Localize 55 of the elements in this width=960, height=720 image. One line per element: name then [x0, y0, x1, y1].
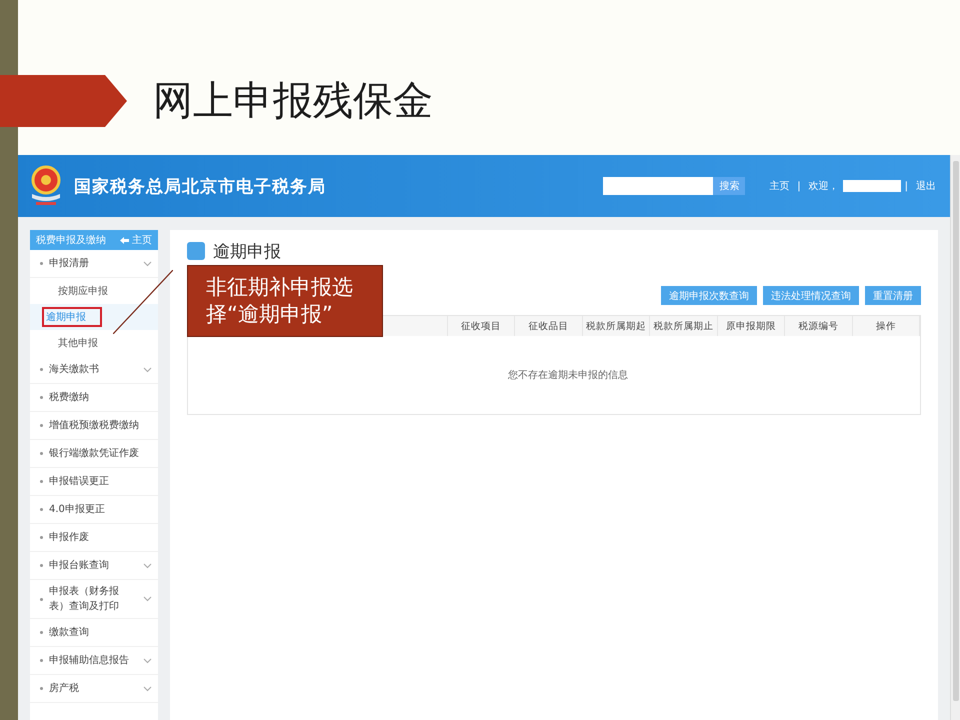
chevron-icon [143, 596, 152, 602]
bullet-icon [40, 659, 43, 662]
bullet-icon [40, 480, 43, 483]
page-heading: 逾期申报 [213, 240, 281, 262]
column-header: 税源编号 [785, 316, 853, 336]
page-icon [187, 242, 205, 260]
bullet-icon [40, 452, 43, 455]
callout-box: 非征期补申报选择“逾期申报” [187, 265, 383, 337]
column-header: 征收品目 [515, 316, 583, 336]
welcome-text: 欢迎， [808, 180, 839, 193]
separator-text: | [797, 180, 801, 192]
sidebar-item[interactable]: 申报辅助信息报告 [30, 647, 158, 675]
column-header: 原申报期限 [718, 316, 786, 336]
sidebar-item[interactable]: 申报表（财务报表）查询及打印 [30, 580, 158, 619]
chevron-icon [143, 260, 152, 266]
leader-line [113, 270, 173, 334]
bullet-icon [40, 687, 43, 690]
column-header: 操作 [852, 316, 920, 336]
sidebar-item[interactable]: 申报台账查询 [30, 552, 158, 580]
separator-text: | [904, 180, 908, 192]
sidebar-item[interactable]: 缴款查询 [30, 619, 158, 647]
username-box [842, 180, 901, 192]
sidebar-item[interactable]: 增值税预缴税费缴纳 [30, 412, 158, 440]
column-header: 税款所属期起 [582, 316, 650, 336]
column-header: 税款所属期止 [650, 316, 718, 336]
sidebar-item[interactable]: 海关缴款书 [30, 356, 158, 384]
sidebar-item[interactable]: 申报作废 [30, 524, 158, 552]
sidebar-item[interactable]: 申报错误更正 [30, 468, 158, 496]
scrollbar-thumb[interactable] [952, 161, 958, 701]
bullet-icon [40, 564, 43, 567]
slide-title: 网上申报残保金 [153, 77, 433, 126]
bullet-icon [40, 262, 43, 265]
sidebar-item[interactable]: 银行端缴款凭证作废 [30, 440, 158, 468]
bullet-icon [40, 424, 43, 427]
sidebar-title: 税费申报及缴纳 [36, 234, 106, 247]
bullet-icon [40, 396, 43, 399]
sidebar-item[interactable]: 4.0申报更正 [30, 496, 158, 524]
bullet-icon [40, 536, 43, 539]
sidebar-subitem[interactable]: 其他申报 [58, 336, 98, 350]
bullet-icon [40, 631, 43, 634]
bullet-icon [40, 368, 43, 371]
chevron-icon [143, 686, 152, 692]
back-arrow-icon [120, 236, 129, 244]
sidebar-item[interactable]: 税费缴纳 [30, 384, 158, 412]
chevron-icon [143, 658, 152, 664]
search-field[interactable] [603, 177, 714, 195]
sidebar-item[interactable]: 房产税 [30, 675, 158, 703]
chevron-icon [143, 562, 152, 568]
empty-message: 您不存在逾期未申报的信息 [508, 368, 628, 382]
chevron-icon [143, 366, 152, 372]
bullet-icon [40, 598, 43, 600]
column-header: 征收项目 [448, 316, 516, 336]
bullet-icon [40, 508, 43, 511]
site-title: 国家税务总局北京市电子税务局 [74, 176, 326, 198]
sidebar-subitem[interactable]: 按期应申报 [58, 284, 108, 298]
